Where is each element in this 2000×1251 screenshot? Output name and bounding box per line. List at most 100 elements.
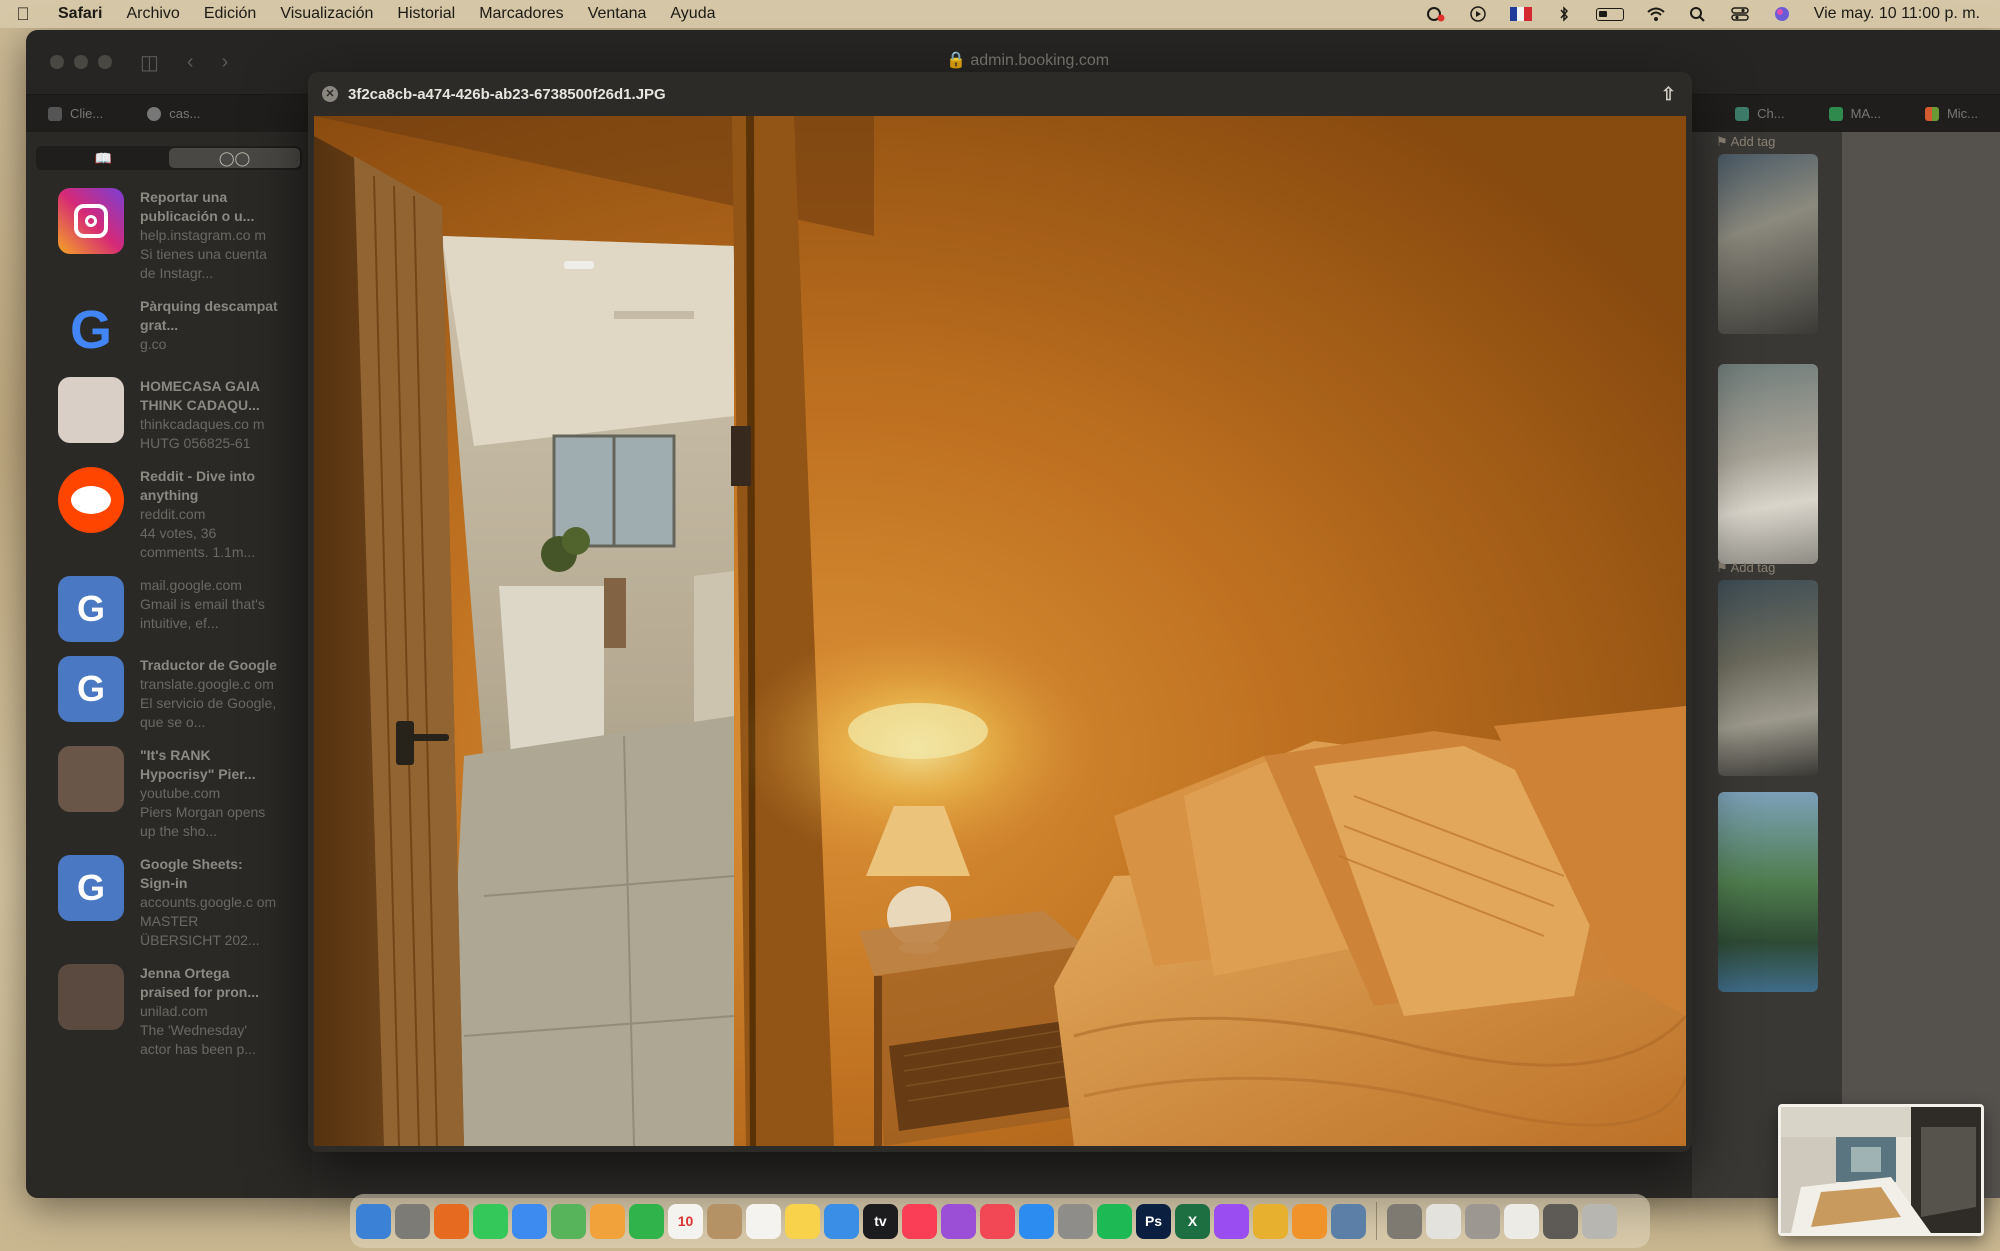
firefox-icon[interactable] bbox=[434, 1203, 469, 1239]
calendar-icon[interactable]: 10 bbox=[668, 1203, 703, 1239]
stack-2-icon[interactable] bbox=[1426, 1203, 1461, 1239]
chrome-icon[interactable] bbox=[1253, 1203, 1288, 1239]
tab-mic[interactable]: Mic... bbox=[1903, 106, 2000, 121]
screenshot-preview-thumbnail[interactable] bbox=[1778, 1104, 1984, 1236]
sidebar-reading-item[interactable]: G Pàrquing descampat grat... g.co bbox=[26, 291, 312, 371]
bookmarks-tab-icon[interactable]: 📖 bbox=[38, 148, 169, 168]
bedroom-photo bbox=[314, 116, 1686, 1146]
play-icon[interactable] bbox=[1468, 6, 1488, 22]
sidebar-segmented-control: 📖 ◯◯ bbox=[36, 146, 302, 170]
input-source-flag-icon[interactable] bbox=[1509, 7, 1532, 21]
pages-icon[interactable] bbox=[1292, 1203, 1327, 1239]
sidebar-reading-item[interactable]: "It's RANK Hypocrisy" Pier... youtube.com… bbox=[26, 740, 312, 849]
sidebar-reading-item[interactable]: Reddit - Dive into anything reddit.com 44 … bbox=[26, 461, 312, 570]
mail-icon[interactable] bbox=[512, 1203, 547, 1239]
address-bar[interactable]: 🔒 admin.booking.com bbox=[946, 50, 1109, 70]
stack-4-icon[interactable] bbox=[1504, 1203, 1539, 1239]
reading-list-tab-icon[interactable]: ◯◯ bbox=[169, 148, 300, 168]
maps-icon[interactable] bbox=[551, 1203, 586, 1239]
sidebar-reading-item[interactable]: Gmail.google.com Gmail is email that's in… bbox=[26, 570, 312, 650]
notes-icon[interactable] bbox=[785, 1203, 820, 1239]
listing-photo-thumb[interactable] bbox=[1718, 364, 1818, 564]
close-icon[interactable]: ✕ bbox=[322, 86, 338, 102]
messenger-icon[interactable] bbox=[1214, 1203, 1249, 1239]
stack-1-icon[interactable] bbox=[1387, 1203, 1422, 1239]
safari-icon[interactable] bbox=[824, 1203, 859, 1239]
sidebar-item-text: Traductor de Google translate.google.c om… bbox=[140, 656, 280, 732]
messages-icon[interactable] bbox=[473, 1203, 508, 1239]
control-center-icon[interactable] bbox=[1730, 6, 1750, 22]
menubar-clock[interactable]: Vie may. 10 11:00 p. m. bbox=[1814, 5, 1980, 23]
listing-photo-thumb[interactable] bbox=[1718, 792, 1818, 992]
tab-favicon-icon bbox=[1735, 106, 1750, 121]
podcasts-icon[interactable] bbox=[941, 1203, 976, 1239]
preview-icon[interactable] bbox=[1331, 1203, 1366, 1239]
stack-3-icon[interactable] bbox=[1465, 1203, 1500, 1239]
add-tag-link-2[interactable]: ⚑ Add tag bbox=[1716, 560, 1775, 576]
appstore-icon[interactable] bbox=[1019, 1203, 1054, 1239]
instagram-icon bbox=[58, 188, 124, 254]
close-window-button[interactable] bbox=[50, 55, 64, 69]
sidebar-item-text: "It's RANK Hypocrisy" Pier... youtube.com… bbox=[140, 746, 280, 841]
tab-label: Ch... bbox=[1757, 106, 1785, 121]
siri-icon[interactable] bbox=[1772, 6, 1792, 22]
microsoft-favicon-icon bbox=[1924, 106, 1939, 121]
sidebar-toggle-icon[interactable]: ◫ bbox=[140, 50, 159, 75]
launchpad-icon[interactable] bbox=[395, 1203, 430, 1239]
trash-icon[interactable] bbox=[1582, 1203, 1617, 1239]
tab-cas[interactable]: cas... bbox=[125, 106, 222, 121]
forward-icon[interactable]: › bbox=[222, 51, 229, 74]
menu-visualizacion[interactable]: Visualización bbox=[268, 5, 385, 23]
menu-archivo[interactable]: Archivo bbox=[114, 5, 191, 23]
settings-icon[interactable] bbox=[1058, 1203, 1093, 1239]
menu-historial[interactable]: Historial bbox=[385, 5, 467, 23]
stack-5-icon[interactable] bbox=[1543, 1203, 1578, 1239]
tab-label: MA... bbox=[1850, 106, 1881, 121]
window-controls bbox=[50, 55, 112, 69]
tab-ma[interactable]: MA... bbox=[1807, 106, 1903, 121]
battery-icon[interactable] bbox=[1595, 7, 1624, 21]
bluetooth-icon[interactable] bbox=[1554, 6, 1574, 22]
spotlight-search-icon[interactable] bbox=[1688, 6, 1708, 22]
listing-photo-thumb[interactable] bbox=[1718, 580, 1818, 776]
back-icon[interactable]: ‹ bbox=[187, 51, 194, 74]
share-icon[interactable]: ⇧ bbox=[1661, 84, 1676, 105]
sidebar-item-title: Traductor de Google bbox=[140, 657, 277, 673]
wifi-icon[interactable] bbox=[1646, 6, 1666, 22]
photos-icon[interactable] bbox=[590, 1203, 625, 1239]
sidebar-reading-item[interactable]: HOMECASA GAIA THINK CADAQU... thinkcadaqu… bbox=[26, 371, 312, 461]
sidebar-reading-item[interactable]: G Google Sheets: Sign-in accounts.google.c… bbox=[26, 849, 312, 958]
appletv-icon[interactable]: tv bbox=[863, 1203, 898, 1239]
menu-ayuda[interactable]: Ayuda bbox=[658, 5, 727, 23]
menu-ventana[interactable]: Ventana bbox=[576, 5, 659, 23]
sidebar-item-domain: youtube.com bbox=[140, 785, 221, 801]
menu-marcadores[interactable]: Marcadores bbox=[467, 5, 575, 23]
music-icon[interactable] bbox=[902, 1203, 937, 1239]
sidebar-item-desc: The 'Wednesday' actor has been p... bbox=[140, 1022, 256, 1057]
tab-ch[interactable]: Ch... bbox=[1713, 106, 1806, 121]
menu-edicion[interactable]: Edición bbox=[192, 5, 268, 23]
zoom-window-button[interactable] bbox=[98, 55, 112, 69]
photoshop-icon[interactable]: Ps bbox=[1136, 1203, 1171, 1239]
spotify-icon[interactable] bbox=[1097, 1203, 1132, 1239]
sidebar-reading-item[interactable]: G Traductor de Google translate.google.c o… bbox=[26, 650, 312, 740]
creative-cloud-icon[interactable] bbox=[1426, 6, 1446, 22]
minimize-window-button[interactable] bbox=[74, 55, 88, 69]
sidebar-reading-item[interactable]: Jenna Ortega praised for pron... unilad.c… bbox=[26, 958, 312, 1067]
listing-photo-thumb[interactable] bbox=[1718, 154, 1818, 334]
quicklook-filename: 3f2ca8cb-a474-426b-ab23-6738500f26d1.JPG bbox=[348, 85, 666, 103]
tab-clie[interactable]: Clie... bbox=[26, 106, 125, 121]
facetime-icon[interactable] bbox=[629, 1203, 664, 1239]
news-icon[interactable] bbox=[980, 1203, 1015, 1239]
add-tag-link-1[interactable]: ⚑ Add tag bbox=[1716, 134, 1775, 150]
menu-app-name[interactable]: Safari bbox=[46, 5, 114, 23]
dock-separator bbox=[1376, 1202, 1377, 1240]
sidebar-item-text: mail.google.com Gmail is email that's int… bbox=[140, 576, 280, 642]
sidebar-item-desc: MASTER ÜBERSICHT 202... bbox=[140, 913, 260, 948]
excel-icon[interactable]: X bbox=[1175, 1203, 1210, 1239]
reminders-icon[interactable] bbox=[746, 1203, 781, 1239]
sidebar-reading-item[interactable]: Reportar una publicación o u... help.inst… bbox=[26, 182, 312, 291]
apple-menu-icon[interactable]:  bbox=[0, 4, 46, 25]
finder-icon[interactable] bbox=[356, 1203, 391, 1239]
contacts-icon[interactable] bbox=[707, 1203, 742, 1239]
